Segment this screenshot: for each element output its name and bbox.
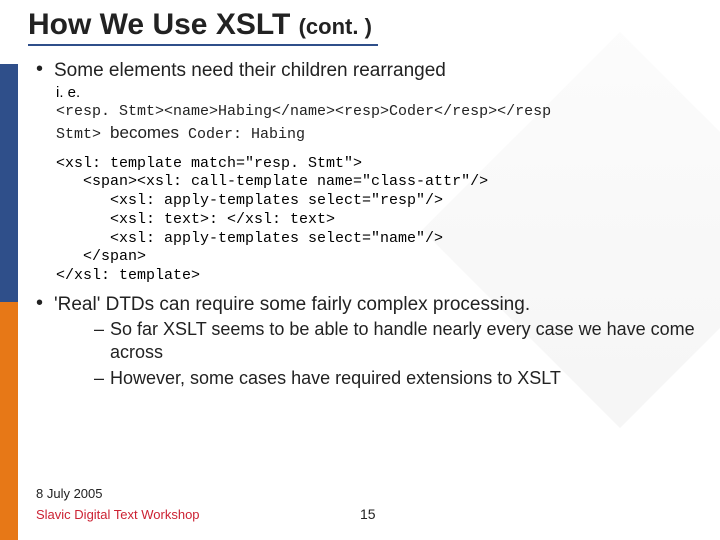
xsl-line: <span><xsl: call-template name="class-at… (56, 173, 488, 190)
bullet-list-2: 'Real' DTDs can require some fairly comp… (28, 294, 700, 390)
slide-content: How We Use XSLT (cont. ) Some elements n… (28, 8, 700, 392)
becomes-word: becomes (110, 123, 179, 142)
bullet-real-dtds: 'Real' DTDs can require some fairly comp… (36, 294, 700, 390)
page-number: 15 (360, 506, 376, 522)
footer: 8 July 2005 Slavic Digital Text Workshop (36, 486, 200, 522)
footer-date: 8 July 2005 (36, 486, 200, 501)
xsl-line: <xsl: template match="resp. Stmt"> (56, 155, 362, 172)
footer-workshop: Slavic Digital Text Workshop (36, 507, 200, 522)
xsl-line: </xsl: template> (56, 267, 200, 284)
xsl-line: <xsl: apply-templates select="resp"/> (56, 192, 443, 209)
example-code: <resp. Stmt><name>Habing</name><resp>Cod… (56, 103, 700, 145)
title-cont: (cont. ) (299, 14, 372, 39)
sub-bullet-1: So far XSLT seems to be able to handle n… (94, 318, 700, 365)
xsl-line: <xsl: apply-templates select="name"/> (56, 230, 443, 247)
left-accent-bar (0, 64, 18, 540)
slide-title: How We Use XSLT (cont. ) (28, 8, 378, 46)
bullet-text: Some elements need their children rearra… (54, 60, 446, 81)
becomes-result: Coder: Habing (188, 126, 305, 143)
xsl-line: </span> (56, 248, 146, 265)
sub-text: However, some cases have required extens… (110, 368, 561, 388)
title-main: How We Use XSLT (28, 8, 290, 41)
ie-label: i. e. (56, 84, 700, 101)
sub-text: So far XSLT seems to be able to handle n… (110, 319, 695, 362)
bullet-rearranged: Some elements need their children rearra… (36, 60, 700, 82)
xsl-line: <xsl: text>: </xsl: text> (56, 211, 335, 228)
sub-bullet-2: However, some cases have required extens… (94, 367, 700, 390)
bullet-text: 'Real' DTDs can require some fairly comp… (54, 294, 530, 315)
bullet-list: Some elements need their children rearra… (28, 60, 700, 82)
xsl-template-code: <xsl: template match="resp. Stmt"> <span… (56, 155, 700, 286)
